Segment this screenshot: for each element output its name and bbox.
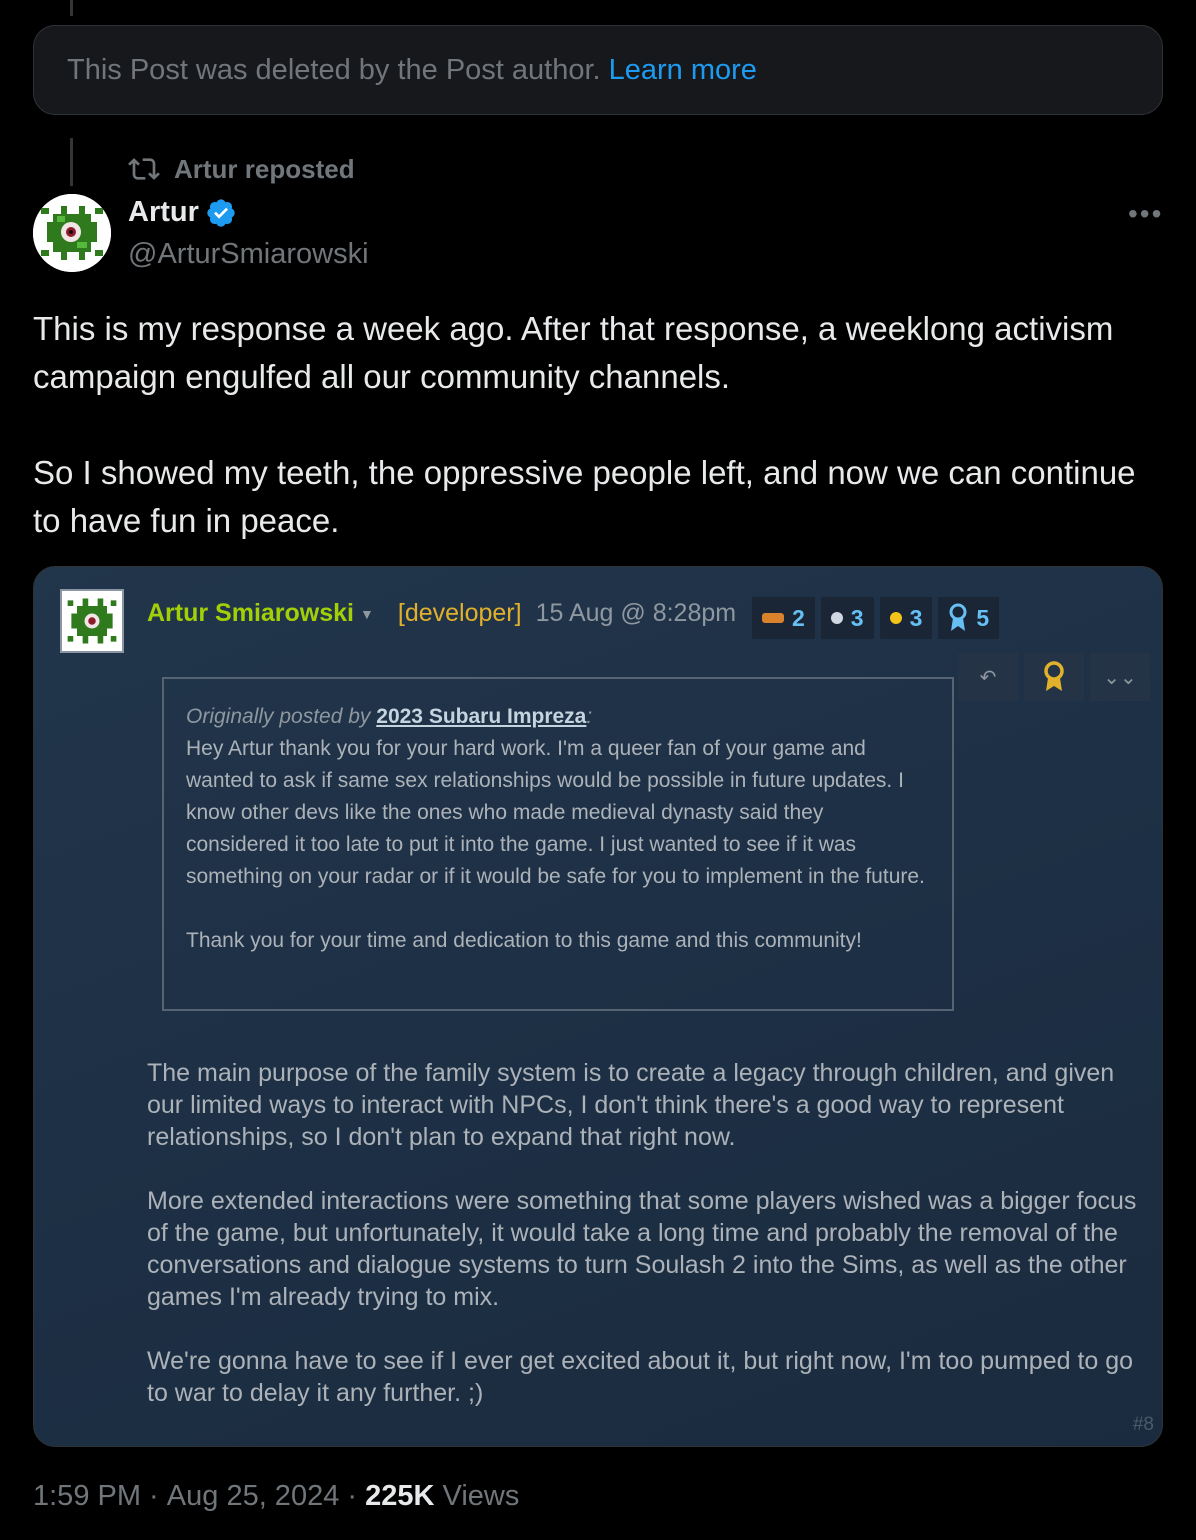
author-handle[interactable]: @ArturSmiarowski [128,238,369,271]
deleted-post-notice: This Post was deleted by the Post author… [33,25,1163,115]
steam-post-header: Artur Smiarowski ▼ [developer] 15 Aug @ … [147,599,736,628]
post-number: #8 [1132,1414,1154,1435]
award-list: 2 3 3 5 [752,597,1000,639]
quoted-username: 2023 Subaru Impreza [376,705,587,728]
bubble-award-icon [830,612,843,624]
developer-tag: [developer] [397,599,522,627]
award-ribbon: 5 [938,597,1000,639]
award-bubble: 3 [820,597,874,639]
deleted-notice-text: This Post was deleted by the Post author… [67,53,601,86]
steam-post-tools: ↶ ⌄⌄ [958,653,1150,701]
steam-avatar [60,589,124,653]
meta-separator: · [141,1480,167,1512]
ribbon-award-icon [949,603,967,631]
quote-body: Hey Artur thank you for your hard work. … [186,737,925,952]
meta-separator: · [339,1480,366,1512]
quote-reply-icon: ↶ [958,653,1018,701]
post-date[interactable]: Aug 25, 2024 [167,1480,340,1513]
steam-username: Artur Smiarowski [147,599,355,627]
author-name-row[interactable]: Artur [128,196,237,229]
award-count: 3 [850,604,864,631]
quote-prefix: Originally posted by [186,705,377,728]
views-count: 225K [365,1480,435,1512]
learn-more-link[interactable]: Learn more [609,54,757,87]
award-icon [1024,653,1084,701]
chevron-down-icon: ▼ [360,605,374,622]
award-hand: 2 [752,597,815,639]
author-avatar[interactable] [33,194,111,272]
verified-badge-icon [205,197,237,229]
steam-post-date: 15 Aug @ 8:28pm [535,599,737,627]
chevron-double-down-icon: ⌄⌄ [1090,653,1150,701]
award-count: 2 [792,604,805,631]
repost-label[interactable]: Artur reposted [174,154,355,185]
award-sun: 3 [879,597,933,639]
repost-icon [128,158,160,180]
thread-line [70,138,73,186]
post-meta: 1:59 PM · Aug 25, 2024 · 225K Views [33,1480,519,1513]
more-options-icon[interactable]: ••• [1128,198,1163,230]
thread-line [70,0,73,16]
award-count: 3 [909,604,923,631]
developer-reply: The main purpose of the family system is… [147,1059,1137,1407]
author-name[interactable]: Artur [128,196,199,229]
award-count: 5 [976,604,990,631]
quoted-post: Originally posted by 2023 Subaru Impreza… [162,677,954,1011]
quote-suffix: : [586,705,593,728]
sun-award-icon [889,612,902,624]
hand-award-icon [762,613,784,623]
repost-indicator: Artur reposted [128,153,355,185]
views-label: Views [434,1480,520,1512]
post-text: This is my response a week ago. After th… [33,310,1136,539]
embedded-image[interactable]: Artur Smiarowski ▼ [developer] 15 Aug @ … [33,566,1163,1447]
post-time[interactable]: 1:59 PM [33,1480,141,1513]
